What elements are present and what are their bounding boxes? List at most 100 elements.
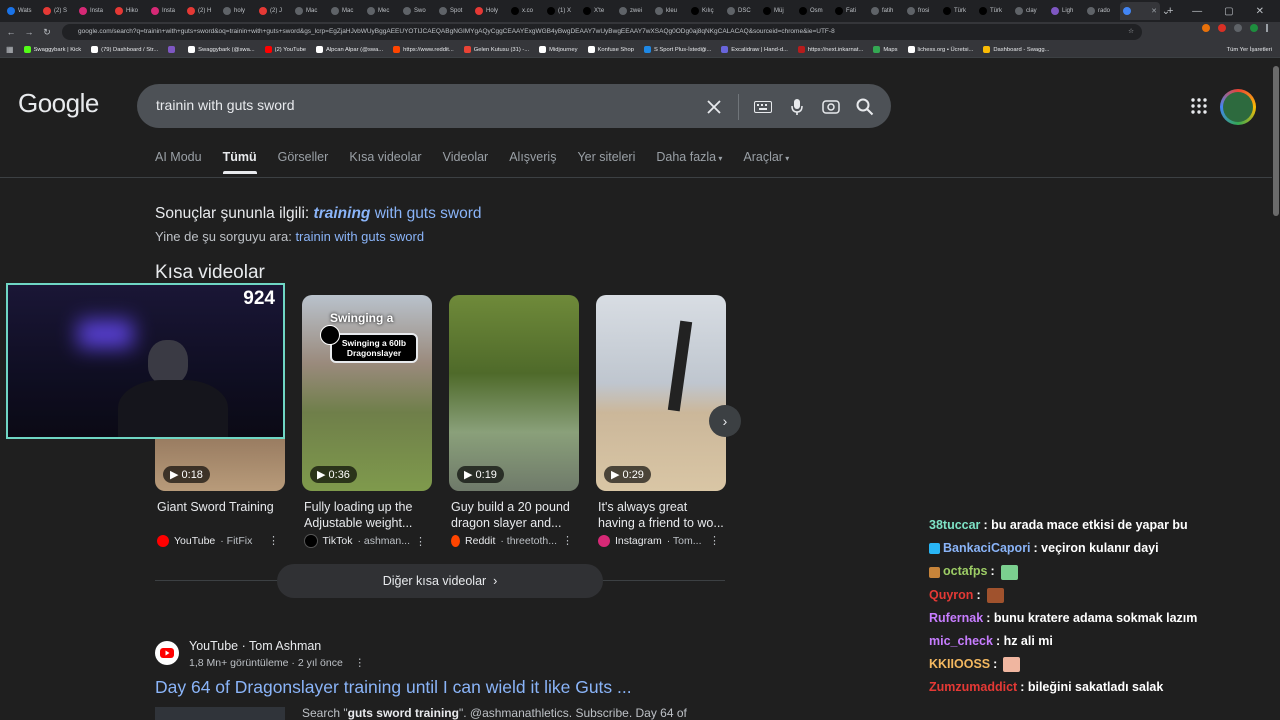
search-tab[interactable]: Tümü [222,150,257,174]
browser-tab[interactable]: Kılıç [688,2,723,20]
bookmark-item[interactable]: S Sport Plus-İstediği... [643,46,711,53]
address-bar[interactable]: google.com/search?q=trainin+with+guts+sw… [62,24,1142,40]
browser-tab[interactable]: frosi [904,2,939,20]
bookmark-item[interactable]: https://www.reddit... [393,46,454,53]
bookmark-item[interactable]: Dashboard - Swagg... [983,46,1049,53]
tab-search-icon[interactable]: ⌄ [1162,6,1170,17]
browser-tab[interactable]: Mec [364,2,399,20]
browser-tab[interactable]: rado [1084,2,1119,20]
browser-tab[interactable]: Holy [472,2,507,20]
browser-tab[interactable]: Ligh [1048,2,1083,20]
search-tab[interactable]: Kısa videolar [349,150,421,174]
google-apps-icon[interactable] [1191,98,1207,119]
browser-tab[interactable]: (2) J [256,2,291,20]
browser-tab[interactable]: Spot [436,2,471,20]
browser-tab[interactable]: Wats [4,2,39,20]
bookmark-item[interactable]: Excalidraw | Hand-d... [721,46,788,53]
video-title[interactable]: Guy build a 20 pound dragon slayer and..… [449,499,579,531]
browser-tab[interactable]: zwei [616,2,651,20]
video-title[interactable]: Giant Sword Training [155,499,285,531]
reload-button[interactable]: ↻ [40,27,54,38]
video-title[interactable]: Fully loading up the Adjustable weight..… [302,499,432,531]
search-tab[interactable]: Alışveriş [509,150,556,174]
chat-username[interactable]: KKIIOOSS [929,653,990,676]
chat-username[interactable]: Rufernak [929,607,983,630]
bookmark-item[interactable]: Konfuse Shop [587,46,634,53]
clear-icon[interactable] [704,96,724,118]
browser-tab[interactable]: fatih [868,2,903,20]
browser-tab[interactable]: Hiko [112,2,147,20]
browser-tab[interactable]: Mac [328,2,363,20]
maximize-button[interactable]: ▢ [1224,6,1233,17]
search-icon[interactable] [855,96,875,118]
more-options-icon[interactable]: ⋮ [415,535,432,548]
search-tab[interactable]: Videolar [443,150,489,174]
more-options-icon[interactable]: ⋮ [562,534,579,547]
search-tab[interactable]: Daha fazla ▾ [656,150,722,174]
minimize-button[interactable]: — [1192,6,1202,17]
chat-username[interactable]: BankaciCapori [943,537,1031,560]
all-bookmarks-button[interactable]: Tüm Yer İşaretleri [1227,42,1272,58]
original-query-link[interactable]: trainin with guts sword [295,229,424,244]
result-thumbnail[interactable] [155,707,285,720]
short-video-card[interactable]: ▶ 0:29 It's always great having a friend… [596,295,726,547]
search-tab[interactable]: Yer siteleri [577,150,635,174]
more-options-icon[interactable]: ⋮ [709,534,726,547]
browser-tab[interactable]: Müj [760,2,795,20]
lens-camera-icon[interactable] [821,96,841,118]
browser-tab[interactable]: X'te [580,2,615,20]
chat-username[interactable]: Zumzumaddict [929,676,1017,699]
bookmark-item[interactable]: lichess.org • Ücretsi... [907,46,973,53]
browser-tab[interactable]: Mac [292,2,327,20]
result-source[interactable]: YouTube · Tom Ashman [189,639,321,653]
video-title[interactable]: It's always great having a friend to wo.… [596,499,726,531]
browser-tab[interactable]: holy [220,2,255,20]
result-title-link[interactable]: Day 64 of Dragonslayer training until I … [155,677,632,698]
close-tab-icon[interactable]: ✕ [1151,7,1157,15]
forward-button[interactable]: → [22,27,36,37]
video-thumbnail[interactable]: ▶ 0:29 [596,295,726,491]
back-button[interactable]: ← [4,27,18,37]
bookmark-item[interactable]: https://next.inkarnat... [797,46,863,53]
search-box[interactable]: trainin with guts sword [137,84,891,128]
search-tab[interactable]: Araçlar ▾ [743,150,789,174]
browser-tab[interactable]: ✕ [1120,2,1160,20]
browser-tab[interactable]: DSC [724,2,759,20]
google-logo[interactable]: Google [18,88,99,119]
browser-tab[interactable]: Fati [832,2,867,20]
carousel-next-button[interactable]: › [709,405,741,437]
browser-tab[interactable]: (2) H [184,2,219,20]
short-video-card[interactable]: ▶ 0:19 Guy build a 20 pound dragon slaye… [449,295,579,547]
browser-tab[interactable]: Türk [940,2,975,20]
chat-username[interactable]: Quyron [929,584,973,607]
search-tab[interactable]: AI Modu [155,150,202,174]
account-avatar[interactable] [1220,89,1256,125]
bookmark-item[interactable]: (79) Dashboard / Str... [91,46,158,53]
browser-tab[interactable]: Türk [976,2,1011,20]
search-tab[interactable]: Görseller [278,150,329,174]
scrollbar-thumb[interactable] [1273,66,1279,216]
search-input[interactable]: trainin with guts sword [156,97,295,113]
bookmark-item[interactable] [168,46,178,53]
bookmark-item[interactable]: Gelen Kutusu (31) -... [463,46,529,53]
more-options-icon[interactable]: ⋮ [268,534,285,547]
bookmark-item[interactable]: Alpcan Alpar (@swa... [316,46,383,53]
video-thumbnail[interactable]: Swinging a Swinging a 60lb Dragonslayer … [302,295,432,491]
browser-tab[interactable]: kleu [652,2,687,20]
menu-icon[interactable] [1266,24,1268,32]
browser-tab[interactable]: (2) S [40,2,75,20]
close-window-button[interactable]: ✕ [1256,6,1264,17]
microphone-icon[interactable] [787,96,807,118]
bookmark-star-icon[interactable]: ☆ [1128,24,1134,40]
chat-username[interactable]: 38tuccar [929,514,980,537]
chat-username[interactable]: mic_check [929,630,993,653]
profile-icon[interactable] [1250,24,1258,32]
extension-icon[interactable] [1218,24,1226,32]
short-video-card[interactable]: Swinging a Swinging a 60lb Dragonslayer … [302,295,432,548]
browser-tab[interactable]: clay [1012,2,1047,20]
result-options-icon[interactable]: ⋮ [354,657,365,669]
bookmark-item[interactable]: Midjourney [539,46,578,53]
browser-tab[interactable]: Osm [796,2,831,20]
bookmark-item[interactable]: Swaggybark (@swa... [188,46,255,53]
bookmark-item[interactable]: Maps [873,46,898,53]
